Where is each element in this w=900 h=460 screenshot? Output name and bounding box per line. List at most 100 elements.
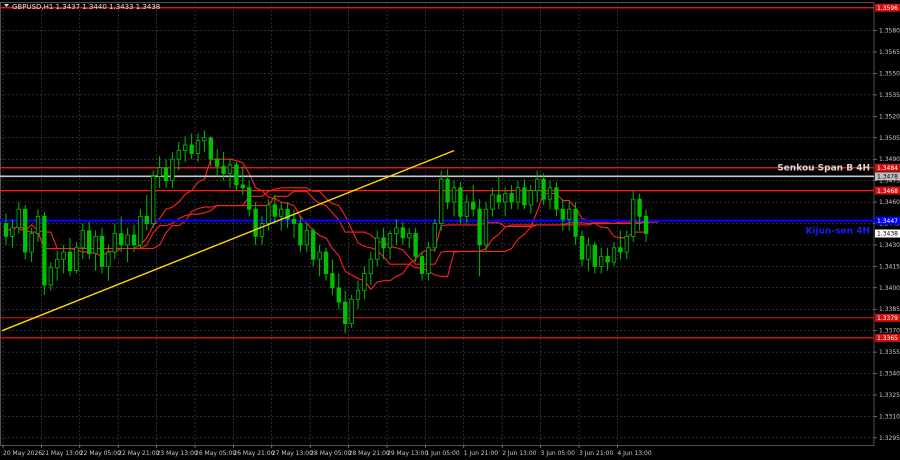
candle-body <box>509 193 514 203</box>
x-tick-label: 3 Jun 21:00 <box>579 450 613 457</box>
candle-body <box>362 273 367 292</box>
candle-body <box>451 187 457 203</box>
current-price-badge: 1.3438 <box>877 231 898 238</box>
candle-body <box>503 193 508 203</box>
candle-body <box>458 187 463 217</box>
x-tick-label: 2 Jun 13:00 <box>502 450 536 457</box>
level-badge: 1.3468 <box>877 188 898 195</box>
candle-body <box>80 230 85 249</box>
candle-body <box>227 164 233 174</box>
candle-body <box>131 234 137 246</box>
x-tick-label: 22 May 05:00 <box>80 450 121 457</box>
candle-body <box>387 233 393 249</box>
y-tick-label: 1.3550 <box>879 70 900 77</box>
candle-body <box>67 251 73 272</box>
x-tick-label: 3 Jun 05:00 <box>541 450 575 457</box>
candle-body <box>355 290 361 300</box>
y-tick-label: 1.3580 <box>879 28 900 35</box>
candle-body <box>490 194 495 210</box>
candle-body <box>400 227 405 239</box>
level-badge: 1.3365 <box>877 335 898 342</box>
candle-body <box>586 244 591 260</box>
x-tick-label: 23 May 13:00 <box>157 450 198 457</box>
candle-body <box>106 251 111 267</box>
level-badge: 1.3379 <box>877 315 898 322</box>
candle-body <box>394 227 399 234</box>
candle-body <box>144 215 149 224</box>
candle-body <box>439 178 444 224</box>
candle-body <box>99 235 105 267</box>
chart-background <box>0 0 900 460</box>
candle-body <box>547 187 553 200</box>
candle-body <box>477 208 482 246</box>
candle-body <box>592 244 597 267</box>
y-tick-label: 1.3505 <box>879 135 900 142</box>
candle-body <box>432 223 437 249</box>
senkou-span-b-label: Senkou Span B 4H <box>777 163 870 173</box>
kijun-badge: 1.3447 <box>877 218 898 225</box>
candle-body <box>16 208 21 229</box>
price-chart: 1.3580 1.3565 1.3550 1.3535 1.3520 1.3505 1.34… <box>0 0 900 460</box>
candle-body <box>522 187 527 206</box>
x-tick-label: 29 May 13:00 <box>387 450 428 457</box>
y-tick-label: 1.3460 <box>879 199 900 206</box>
candle-body <box>541 178 546 200</box>
candle-body <box>624 235 629 253</box>
candle-body <box>215 158 220 167</box>
candle-body <box>560 208 565 220</box>
y-tick-label: 1.3415 <box>879 263 900 270</box>
candle-body <box>535 178 540 192</box>
candle-body <box>48 267 53 286</box>
candle-body <box>3 223 9 237</box>
candle-body <box>445 178 450 203</box>
x-tick-label: 28 May 21:00 <box>349 450 390 457</box>
candle-body <box>259 223 265 237</box>
candle-body <box>618 247 623 253</box>
candle-body <box>336 287 341 303</box>
candle-body <box>42 215 47 286</box>
candle-body <box>170 158 175 182</box>
candle-body <box>528 190 533 206</box>
candle-body <box>253 208 258 237</box>
candle-body <box>631 198 636 237</box>
candle-body <box>368 258 373 274</box>
candle-body <box>221 165 226 174</box>
y-tick-label: 1.3520 <box>879 113 900 120</box>
candle-body <box>74 247 79 272</box>
candle-body <box>611 247 617 263</box>
candle-body <box>112 233 117 253</box>
y-tick-label: 1.3340 <box>879 371 900 378</box>
candle-body <box>567 208 572 220</box>
y-tick-label: 1.3385 <box>879 306 900 313</box>
y-tick-label: 1.3400 <box>879 285 900 292</box>
candle-body <box>496 194 501 203</box>
y-tick-label: 1.3370 <box>879 328 900 335</box>
candle-body <box>272 204 277 217</box>
candle-body <box>426 247 431 274</box>
candle-body <box>119 233 124 246</box>
x-tick-label: 26 May 21:00 <box>233 450 274 457</box>
candle-body <box>163 167 169 182</box>
candle-body <box>330 273 335 289</box>
candle-body <box>298 223 303 246</box>
candle-body <box>125 234 130 246</box>
candle-body <box>464 201 469 217</box>
candle-body <box>579 235 585 260</box>
candle-body <box>637 198 642 217</box>
x-tick-label: 22 May 21:00 <box>118 450 159 457</box>
candle-body <box>381 237 386 249</box>
kijun-sen-label: Kijun-sen 4H <box>806 227 871 237</box>
chart-title: GBPUSD,H1 1.3437 1.3440 1.3433 1.3438 <box>12 3 160 11</box>
candle-body <box>605 255 610 263</box>
candle-body <box>573 208 578 237</box>
candle-body <box>234 164 239 186</box>
candle-body <box>176 150 181 160</box>
candle-body <box>304 230 309 246</box>
candle-body <box>189 144 194 154</box>
candle-body <box>413 233 418 257</box>
candle-body <box>61 251 66 260</box>
x-tick-label: 21 May 13:00 <box>41 450 82 457</box>
candle-body <box>183 144 188 152</box>
x-tick-label: 1 Jun 05:00 <box>425 450 459 457</box>
x-tick-label: 26 May 05:00 <box>195 450 236 457</box>
